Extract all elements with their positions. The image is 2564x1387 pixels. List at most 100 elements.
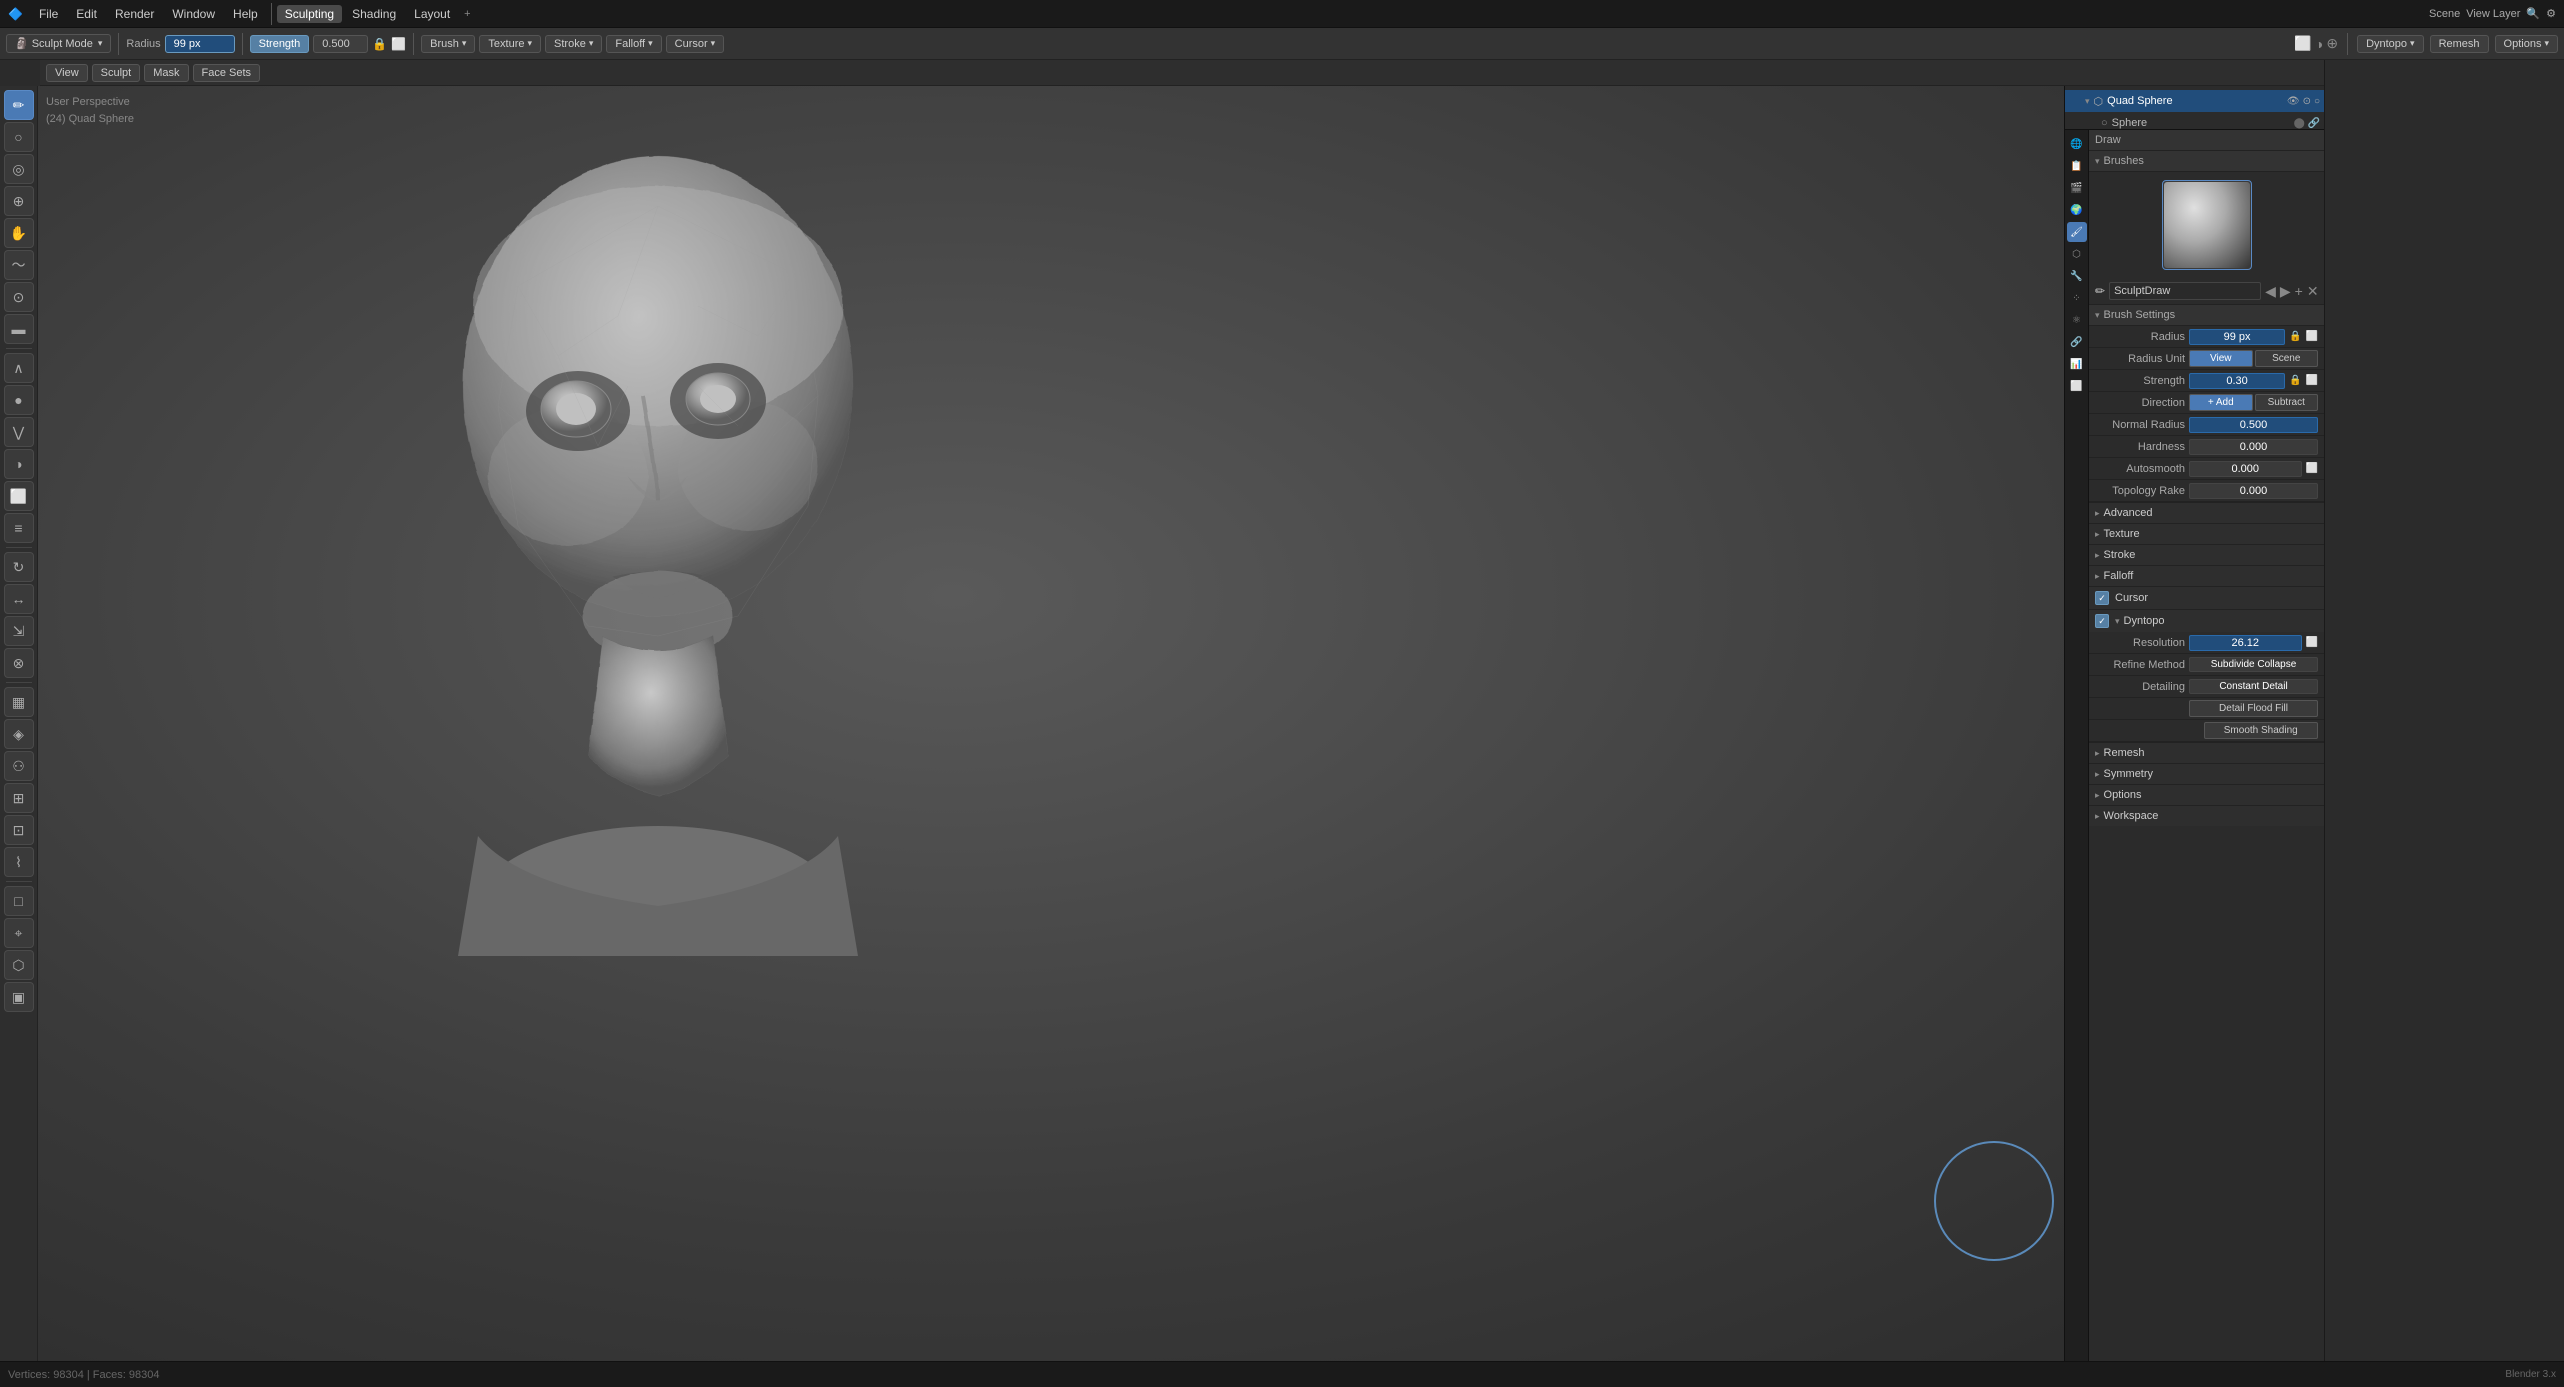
cursor-header[interactable]: ✓ Cursor <box>2089 587 2324 609</box>
tool-nudge[interactable]: ⇲ <box>4 616 34 646</box>
main-brush-preview[interactable] <box>2162 180 2252 270</box>
resolution-expand-icon[interactable]: ⬜ <box>2306 637 2318 648</box>
outliner-item-quad-sphere[interactable]: ▾ ⬡ Quad Sphere 👁 ⊙ ○ <box>2065 90 2324 112</box>
prop-icon-material[interactable]: ⬜ <box>2067 376 2087 396</box>
view-btn[interactable]: View <box>46 64 88 82</box>
viewport[interactable]: User Perspective (24) Quad Sphere <box>38 86 2324 1361</box>
falloff-menu[interactable]: Falloff ▾ <box>606 35 661 53</box>
prop-icon-world[interactable]: 🌍 <box>2067 200 2087 220</box>
direction-add-btn[interactable]: + Add <box>2189 394 2253 411</box>
brushes-section-header[interactable]: ▾ Brushes <box>2089 151 2324 172</box>
normal-radius-value[interactable]: 0.500 <box>2189 417 2318 433</box>
prop-icon-particles[interactable]: ⁘ <box>2067 288 2087 308</box>
xray-icon[interactable]: ⬜ <box>2294 35 2311 52</box>
brush-menu[interactable]: Brush ▾ <box>421 35 475 53</box>
dyntopo-btn[interactable]: Dyntopo ▾ <box>2357 35 2424 53</box>
sculpt-btn[interactable]: Sculpt <box>92 64 141 82</box>
menu-file[interactable]: File <box>31 5 66 23</box>
smooth-shading-btn[interactable]: Smooth Shading <box>2204 722 2319 739</box>
prop-icon-scene2[interactable]: 🎬 <box>2067 178 2087 198</box>
strength-lock-icon[interactable]: 🔒 <box>372 37 387 51</box>
tool-draw-face-sets[interactable]: ◈ <box>4 719 34 749</box>
tool-clay[interactable]: ⬜ <box>4 481 34 511</box>
prop-icon-brush[interactable]: 🖌 <box>2067 222 2087 242</box>
tool-boundary[interactable]: ⊡ <box>4 815 34 845</box>
prop-icon-mesh[interactable]: ⬡ <box>2067 244 2087 264</box>
menu-layout[interactable]: Layout <box>406 5 458 23</box>
tool-lasso-mask[interactable]: ⌖ <box>4 918 34 948</box>
tool-smooth[interactable]: ○ <box>4 122 34 152</box>
tool-sculpt-draw[interactable]: ✏ <box>4 90 34 120</box>
stroke-header[interactable]: ▸ Stroke <box>2089 545 2324 565</box>
outliner-item-sphere[interactable]: ○ Sphere ⬤ 🔗 <box>2065 112 2324 130</box>
radius-field-value[interactable]: 99 px <box>2189 329 2285 345</box>
brush-delete-icon[interactable]: ✕ <box>2307 283 2319 300</box>
autosmooth-expand-icon[interactable]: ⬜ <box>2306 463 2318 474</box>
radius-unit-scene-btn[interactable]: Scene <box>2255 350 2319 367</box>
menu-sculpting[interactable]: Sculpting <box>277 5 342 23</box>
topology-rake-value[interactable]: 0.000 <box>2189 483 2318 499</box>
menu-help[interactable]: Help <box>225 5 266 23</box>
brush-next-icon[interactable]: ▶ <box>2280 283 2291 300</box>
stroke-menu[interactable]: Stroke ▾ <box>545 35 602 53</box>
options-btn[interactable]: Options ▾ <box>2495 35 2558 53</box>
radius-input-container[interactable]: 99 px <box>165 35 235 53</box>
resolution-value[interactable]: 26.12 <box>2189 635 2302 651</box>
texture-menu[interactable]: Texture ▾ <box>479 35 541 53</box>
tool-mask[interactable]: ▦ <box>4 687 34 717</box>
mask-btn[interactable]: Mask <box>144 64 188 82</box>
radius-expand-icon[interactable]: ⬜ <box>2306 331 2318 342</box>
tool-snake-hook[interactable]: 〜 <box>4 250 34 280</box>
search-icon[interactable]: 🔍 <box>2526 7 2540 20</box>
falloff-header[interactable]: ▸ Falloff <box>2089 566 2324 586</box>
prop-icon-modifier[interactable]: 🔧 <box>2067 266 2087 286</box>
prop-icon-renderlayer[interactable]: 📋 <box>2067 156 2087 176</box>
tool-slide-relax[interactable]: ↔ <box>4 584 34 614</box>
tool-cloth[interactable]: ⌇ <box>4 847 34 877</box>
menu-shading[interactable]: Shading <box>344 5 404 23</box>
detailing-value[interactable]: Constant Detail <box>2189 679 2318 694</box>
tool-rotate[interactable]: ↻ <box>4 552 34 582</box>
mode-selector[interactable]: 🗿 Sculpt Mode ▾ <box>6 34 111 53</box>
prop-icon-physics[interactable]: ⚛ <box>2067 310 2087 330</box>
tool-fill[interactable]: ● <box>4 385 34 415</box>
tool-clay-strips[interactable]: ≡ <box>4 513 34 543</box>
tool-grab[interactable]: ✋ <box>4 218 34 248</box>
tool-pinch[interactable]: ◎ <box>4 154 34 184</box>
menu-render[interactable]: Render <box>107 5 162 23</box>
remesh-btn[interactable]: Remesh <box>2430 35 2489 53</box>
dyntopo-checkbox[interactable]: ✓ <box>2095 614 2109 628</box>
qs-cursor-icon[interactable]: ⊙ <box>2303 96 2311 107</box>
brush-prev-icon[interactable]: ◀ <box>2265 283 2276 300</box>
tool-thumb[interactable]: ⊙ <box>4 282 34 312</box>
brush-name-input[interactable] <box>2109 282 2261 300</box>
face-sets-btn[interactable]: Face Sets <box>193 64 261 82</box>
menu-edit[interactable]: Edit <box>68 5 105 23</box>
overlay-icon[interactable]: ◑ <box>2315 36 2323 52</box>
dyntopo-header[interactable]: ✓ ▾ Dyntopo <box>2089 610 2324 632</box>
remesh-header[interactable]: ▸ Remesh <box>2089 743 2324 763</box>
tool-blob[interactable]: ◑ <box>4 449 34 479</box>
tool-flatten[interactable]: ▬ <box>4 314 34 344</box>
symmetry-header[interactable]: ▸ Symmetry <box>2089 764 2324 784</box>
strength-input[interactable]: 0.500 <box>313 35 368 53</box>
radius-unit-view-btn[interactable]: View <box>2189 350 2253 367</box>
tool-mesh-filter[interactable]: ⬡ <box>4 950 34 980</box>
advanced-header[interactable]: ▸ Advanced <box>2089 503 2324 523</box>
strength-toggle[interactable]: Strength <box>250 35 310 53</box>
tool-scrape[interactable]: ∧ <box>4 353 34 383</box>
qs-eye-icon[interactable]: 👁 <box>2287 96 2300 107</box>
tool-crease[interactable]: ⋁ <box>4 417 34 447</box>
radius-lock-icon[interactable]: 🔒 <box>2289 331 2301 342</box>
cursor-menu[interactable]: Cursor ▾ <box>666 35 725 53</box>
autosmooth-value[interactable]: 0.000 <box>2189 461 2302 477</box>
hardness-value[interactable]: 0.000 <box>2189 439 2318 455</box>
texture-header[interactable]: ▸ Texture <box>2089 524 2324 544</box>
strength-expand-icon[interactable]: ⬜ <box>2306 375 2318 386</box>
detail-flood-fill-btn[interactable]: Detail Flood Fill <box>2189 700 2318 717</box>
qs-render-icon[interactable]: ○ <box>2314 96 2320 107</box>
menu-window[interactable]: Window <box>164 5 223 23</box>
brush-settings-header[interactable]: ▾ Brush Settings <box>2089 305 2324 326</box>
tool-box-mask[interactable]: □ <box>4 886 34 916</box>
brush-add-icon[interactable]: + <box>2295 283 2303 299</box>
